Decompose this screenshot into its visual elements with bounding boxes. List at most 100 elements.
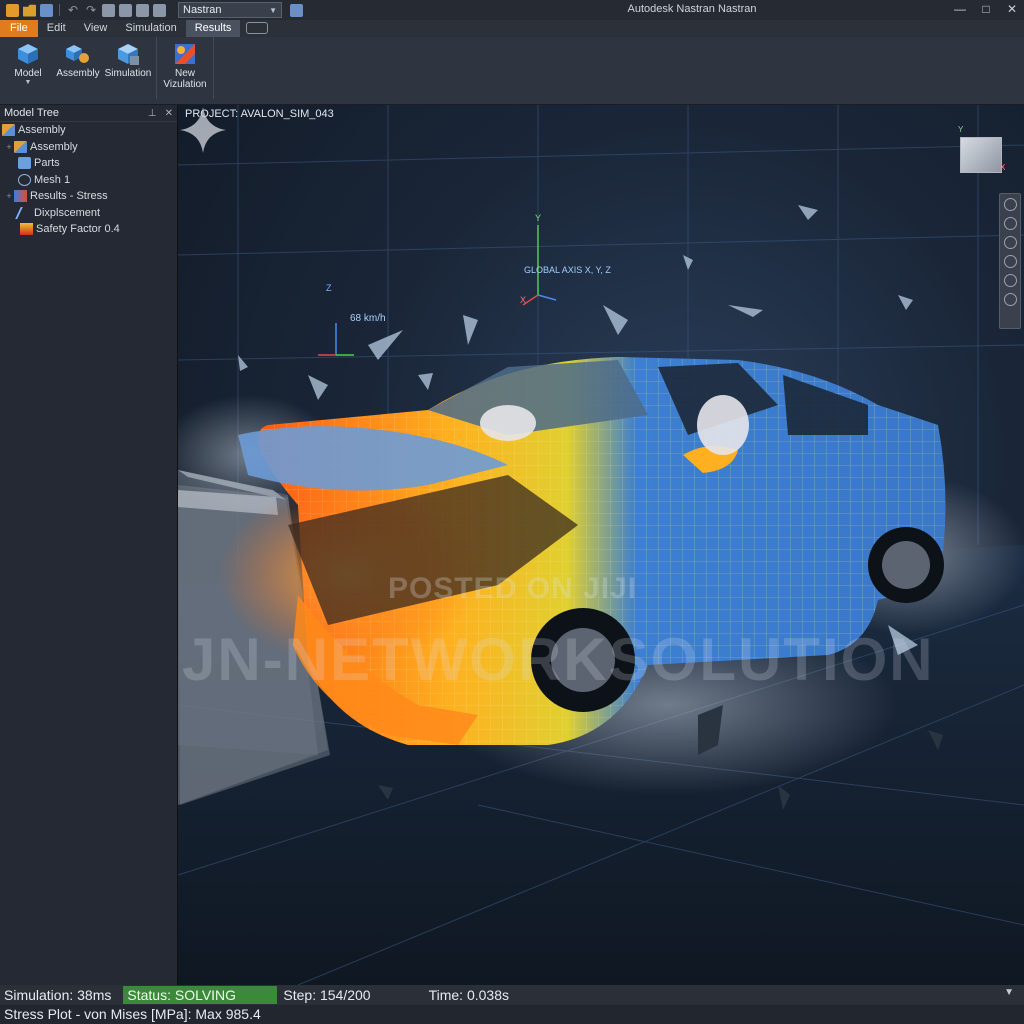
zoom-icon[interactable] [1003,236,1017,249]
ribbon-group-model: Model ▼ Assembly Simulation [0,37,157,99]
chevron-down-icon[interactable]: ▼ [1004,987,1014,998]
assembly-button-label: Assembly [56,68,100,79]
tree-item-assembly[interactable]: + Assembly [0,139,177,156]
toolbar-divider [59,4,60,16]
title-bar: ↶ ↷ Nastran ▼ Autodesk Nastran Nastran —… [0,0,1024,20]
status-bar: Simulation: 38ms Status: SOLVING Step: 1… [0,985,1024,1005]
cube-axis-y: Y [958,125,964,134]
tree-item-label: Parts [34,157,60,170]
menu-file[interactable]: File [0,20,38,37]
tree-item-results-stress[interactable]: + Results - Stress [0,188,177,205]
tree-item-label: Results - Stress [30,190,108,203]
camera-icon[interactable] [153,3,166,17]
results-icon [14,190,27,203]
menu-edit[interactable]: Edit [38,20,75,37]
lock-icon[interactable] [136,3,149,17]
tree-item-mesh[interactable]: Mesh 1 [0,172,177,189]
maximize-button[interactable]: □ [980,2,992,16]
simulation-icon [118,44,139,65]
minimize-button[interactable]: — [954,2,966,16]
workspace-select-value: Nastran [183,4,222,16]
local-axis-triad [318,323,354,356]
model-button[interactable]: Model ▼ [4,39,52,99]
crash-scene [178,105,1024,985]
menu-simulation[interactable]: Simulation [116,20,185,37]
stress-plot-status: Stress Plot - von Mises [MPa]: Max 985.4 [0,1005,1024,1024]
tree-item-label: Assembly [30,140,78,153]
tree-item-label: Assembly [18,124,66,137]
print-icon[interactable] [102,3,115,17]
solver-status-badge: Status: SOLVING [123,986,278,1004]
assembly-icon [66,45,89,63]
simulation-button-label: Simulation [104,68,152,79]
filter-icon[interactable] [1003,255,1017,268]
view-cube[interactable] [960,137,1002,173]
rear-rim [882,541,930,589]
ribbon-group-results: New Vizulation [157,37,214,99]
tree-item-safety-factor[interactable]: Safety Factor 0.4 [0,221,177,238]
ribbon: Model ▼ Assembly Simulation New Vizulati… [0,37,1024,105]
add-icon[interactable] [290,3,303,17]
model-button-label: Model [14,68,42,79]
menu-results[interactable]: Results [185,20,241,37]
model-tree-header: Model Tree ⊥ ✕ [0,105,177,122]
time-status: Time: 0.038s [428,987,509,1003]
global-axis-label: GLOBAL AXIS X, Y, Z [524,265,611,275]
step-status: Step: 154/200 [283,987,371,1003]
close-icon[interactable]: ✕ [165,108,173,119]
watermark-brand: JN-NETWORKSOLUTION [182,626,935,693]
expand-icon[interactable]: + [4,191,14,201]
assembly-button[interactable]: Assembly [54,39,102,99]
chevron-down-icon: ▼ [24,79,32,86]
app-icon[interactable] [6,3,19,17]
save-icon[interactable] [40,3,53,17]
display-icon[interactable] [1003,293,1017,306]
cube-icon [18,44,38,64]
fit-icon[interactable] [1003,274,1017,287]
redo-icon[interactable]: ↷ [84,3,98,17]
expand-icon[interactable]: + [4,142,14,152]
navigation-bar [999,193,1021,329]
panel-header-icons: ⊥ ✕ [148,108,173,119]
assembly-icon [14,140,27,153]
undo-icon[interactable]: ↶ [66,3,80,17]
window-controls: — □ ✕ [954,2,1018,16]
close-button[interactable]: ✕ [1006,2,1018,16]
watermark-posted: POSTED ON JIJI [388,572,638,605]
open-folder-icon[interactable] [23,4,36,17]
chevron-down-icon: ▼ [269,5,277,15]
pan-icon[interactable] [1003,217,1017,230]
simulation-time-status: Simulation: 38ms [4,987,112,1003]
tree-item-displacement[interactable]: Dixplscement [0,205,177,222]
sparkle-icon [180,107,226,153]
airbag [697,395,749,455]
orbit-icon[interactable] [1003,198,1017,211]
ribbon-toggle-icon[interactable] [246,22,269,34]
menu-view[interactable]: View [75,20,117,37]
3d-viewport[interactable]: PROJECT: AVALON_SIM_043 GLOBAL AXIS X, Y… [178,105,1024,985]
pin-icon[interactable]: ⊥ [148,108,157,119]
cube-axis-x: X [1000,163,1006,172]
simulation-button[interactable]: Simulation [104,39,152,99]
tree-item-label: Safety Factor 0.4 [36,223,120,236]
new-visualization-button[interactable]: New Vizulation [161,39,209,99]
tree-item-parts[interactable]: Parts [0,155,177,172]
assembly-icon [2,124,15,137]
safety-factor-icon [20,223,33,236]
airbag [480,405,536,441]
menu-bar: File Edit View Simulation Results [0,20,1024,37]
displacement-icon [15,206,34,219]
mesh-icon [18,173,31,186]
quick-access-toolbar: ↶ ↷ Nastran ▼ [0,0,303,20]
tree-item-label: Dixplscement [34,206,101,219]
axis-y-label: Y [535,213,542,223]
axis-x-label: X [520,295,527,305]
tree-item-label: Mesh 1 [34,173,71,186]
settings-icon[interactable] [119,3,132,17]
model-tree-title: Model Tree [4,107,60,119]
workspace-select[interactable]: Nastran ▼ [178,2,282,18]
visualization-icon [175,44,195,64]
model-tree-panel: Model Tree ⊥ ✕ Assembly + Assembly Parts… [0,105,178,985]
parts-icon [18,157,31,170]
tree-item-assembly-root[interactable]: Assembly [0,122,177,139]
